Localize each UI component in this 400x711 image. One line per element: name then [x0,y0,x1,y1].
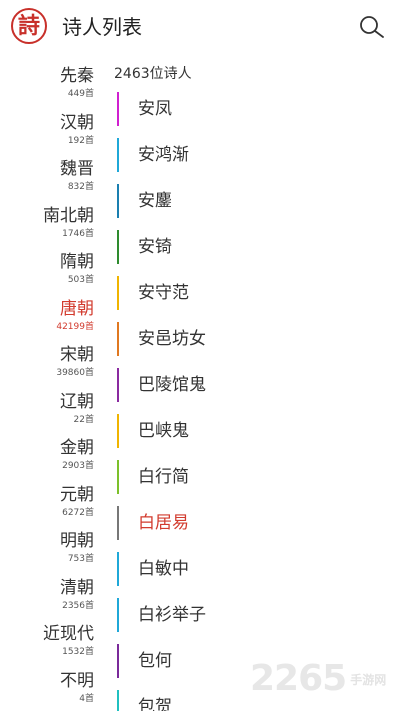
poet-list-item[interactable]: 安鏖 [108,178,400,224]
dynasty-item[interactable]: 南北朝 1746首 [0,204,94,240]
poet-color-bar [117,460,119,494]
poet-list-item[interactable]: 白居易 [108,500,400,546]
dynasty-poem-count: 2903首 [62,461,94,471]
dynasty-name: 魏晋 [60,159,94,179]
dynasty-name: 金朝 [60,438,94,458]
poet-list-item[interactable]: 安守范 [108,270,400,316]
dynasty-item[interactable]: 近现代 1532首 [0,622,94,658]
watermark-number: 2265 [250,658,347,699]
dynasty-name: 南北朝 [43,205,94,226]
poet-list-item[interactable]: 安凤 [108,86,400,132]
dynasty-poem-count: 22首 [73,414,94,425]
poet-name: 安鏖 [138,191,172,211]
app-header: 詩 诗人列表 [0,0,400,56]
poet-list-item[interactable]: 安邑坊女 [108,316,400,362]
poet-color-bar [117,506,119,540]
poet-color-bar [117,414,119,448]
dynasty-name: 近现代 [43,624,94,644]
poet-name: 安邑坊女 [138,329,206,349]
poet-list-item[interactable]: 白行简 [108,454,400,500]
page-title: 诗人列表 [62,15,142,39]
poet-name: 包贺 [138,697,172,711]
dynasty-item[interactable]: 清朝 2356首 [0,576,94,612]
app-logo: 詩 [11,8,47,44]
poet-list: 安凤安鸿渐安鏖安锜安守范安邑坊女巴陵馆鬼巴峡鬼白行简白居易白敏中白衫举子包何包贺 [108,86,400,711]
poet-color-bar [117,644,119,678]
dynasty-poem-count: 42199首 [56,321,94,332]
dynasty-name: 先秦 [60,66,94,86]
poet-name: 巴峡鬼 [138,421,189,441]
dynasty-item[interactable]: 明朝 753首 [0,529,94,565]
dynasty-item[interactable]: 先秦 449首 [0,64,94,100]
dynasty-item[interactable]: 魏晋 832首 [0,157,94,193]
poet-name: 巴陵馆鬼 [138,375,206,395]
search-button[interactable] [358,14,386,42]
poet-count-label: 2463位诗人 [114,66,192,82]
poet-name: 安锜 [138,237,172,257]
poet-name: 安鸿渐 [138,145,189,165]
poet-list-item[interactable]: 巴陵馆鬼 [108,362,400,408]
dynasty-poem-count: 503首 [67,275,94,285]
dynasty-name: 元朝 [60,484,94,505]
poet-color-bar [117,138,119,172]
dynasty-name: 唐朝 [60,298,94,319]
dynasty-poem-count: 1746首 [62,228,94,239]
dynasty-poem-count: 1532首 [62,647,94,657]
poet-list-item[interactable]: 安鸿渐 [108,132,400,178]
dynasty-item[interactable]: 宋朝 39860首 [0,343,94,379]
poet-color-bar [117,92,119,126]
dynasty-item[interactable]: 不明 4首 [0,669,94,705]
dynasty-name: 隋朝 [60,252,94,272]
poet-list-item[interactable]: 巴峡鬼 [108,408,400,454]
dynasty-item[interactable]: 隋朝 503首 [0,250,94,286]
poet-name: 白行简 [138,467,189,487]
dynasty-poem-count: 832首 [67,182,94,192]
dynasty-name: 不明 [60,670,94,691]
poet-color-bar [117,690,119,711]
dynasty-poem-count: 753首 [67,554,94,564]
poet-name: 白敏中 [138,559,189,579]
dynasty-poem-count: 4首 [79,693,94,704]
dynasty-poem-count: 39860首 [56,368,94,378]
poet-name: 白居易 [138,513,189,533]
dynasty-poem-count: 6272首 [62,507,94,518]
watermark: 2265 手游网 [250,657,400,701]
dynasty-poem-count: 2356首 [62,600,94,611]
poet-color-bar [117,276,119,310]
poet-name: 安凤 [138,99,172,119]
poet-name: 包何 [138,651,172,671]
dynasty-name: 清朝 [60,577,94,598]
poet-color-bar [117,552,119,586]
dynasty-name: 宋朝 [60,345,94,365]
dynasty-item[interactable]: 元朝 6272首 [0,483,94,519]
search-icon [360,16,384,38]
poet-list-item[interactable]: 白衫举子 [108,592,400,638]
dynasty-name: 汉朝 [60,112,94,133]
dynasty-list: 先秦 449首汉朝 192首魏晋 832首南北朝 1746首隋朝 503首唐朝 42199首… [0,60,100,711]
dynasty-item[interactable]: 汉朝 192首 [0,111,94,147]
poet-color-bar [117,322,119,356]
poet-color-bar [117,230,119,264]
dynasty-poem-count: 449首 [67,89,94,99]
poet-color-bar [117,184,119,218]
dynasty-name: 辽朝 [60,391,94,412]
dynasty-name: 明朝 [60,531,94,551]
poet-name: 白衫举子 [138,605,206,625]
poet-name: 安守范 [138,283,189,303]
dynasty-item[interactable]: 辽朝 22首 [0,390,94,426]
poet-list-item[interactable]: 安锜 [108,224,400,270]
dynasty-item[interactable]: 唐朝 42199首 [0,297,94,333]
poet-color-bar [117,368,119,402]
dynasty-poem-count: 192首 [67,135,94,146]
poet-color-bar [117,598,119,632]
watermark-site: 手游网 [350,672,387,687]
dynasty-item[interactable]: 金朝 2903首 [0,436,94,472]
poet-list-item[interactable]: 白敏中 [108,546,400,592]
